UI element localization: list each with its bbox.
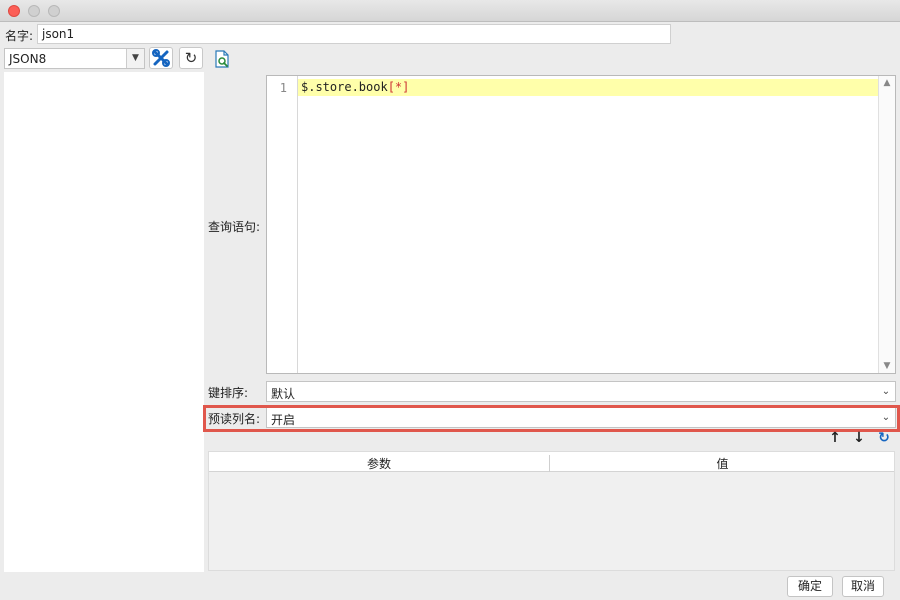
tools-button[interactable]: [149, 47, 173, 69]
source-list-panel[interactable]: [4, 72, 204, 572]
cancel-button[interactable]: 取消: [842, 576, 884, 597]
key-sort-select[interactable]: 默认 ⌄: [266, 381, 896, 402]
minimize-window-icon[interactable]: [28, 5, 40, 17]
query-editor[interactable]: 1 $.store.book[*] ▲ ▼: [266, 75, 896, 374]
source-select[interactable]: JSON8 ▼: [4, 48, 145, 69]
name-input[interactable]: json1: [37, 24, 671, 44]
query-label: 查询语句:: [208, 220, 261, 234]
close-window-icon[interactable]: [8, 5, 20, 17]
tools-icon: [152, 49, 170, 67]
column-header-value[interactable]: 值: [551, 455, 894, 472]
arrow-down-icon[interactable]: ↓: [852, 430, 866, 446]
maximize-window-icon[interactable]: [48, 5, 60, 17]
line-number: 1: [279, 81, 287, 95]
ok-button[interactable]: 确定: [787, 576, 833, 597]
refresh-icon[interactable]: ↻: [877, 430, 891, 446]
query-code-text: $.store.book: [301, 80, 388, 94]
line-gutter: 1: [267, 76, 298, 373]
refresh-button[interactable]: ↻: [179, 47, 203, 69]
source-select-value: JSON8: [9, 52, 47, 66]
name-label: 名字:: [5, 29, 34, 43]
document-search-icon[interactable]: [213, 50, 231, 68]
chevron-down-icon: ▼: [126, 49, 144, 68]
scroll-up-icon[interactable]: ▲: [879, 78, 895, 88]
params-table-header: 参数 值: [209, 452, 894, 472]
params-table[interactable]: 参数 值: [208, 451, 895, 571]
query-code-bracket: [*]: [387, 80, 410, 94]
title-bar: [0, 0, 900, 22]
arrow-up-icon[interactable]: ↑: [828, 430, 842, 446]
column-header-param[interactable]: 参数: [209, 455, 550, 472]
key-sort-label: 键排序:: [208, 386, 249, 400]
editor-scrollbar[interactable]: ▲ ▼: [878, 76, 895, 373]
query-code[interactable]: $.store.book[*]: [301, 80, 409, 94]
chevron-down-icon: ⌄: [881, 386, 891, 397]
key-sort-value: 默认: [271, 387, 296, 401]
scroll-down-icon[interactable]: ▼: [879, 361, 895, 371]
refresh-icon: ↻: [184, 49, 198, 67]
highlight-box: [203, 405, 900, 432]
